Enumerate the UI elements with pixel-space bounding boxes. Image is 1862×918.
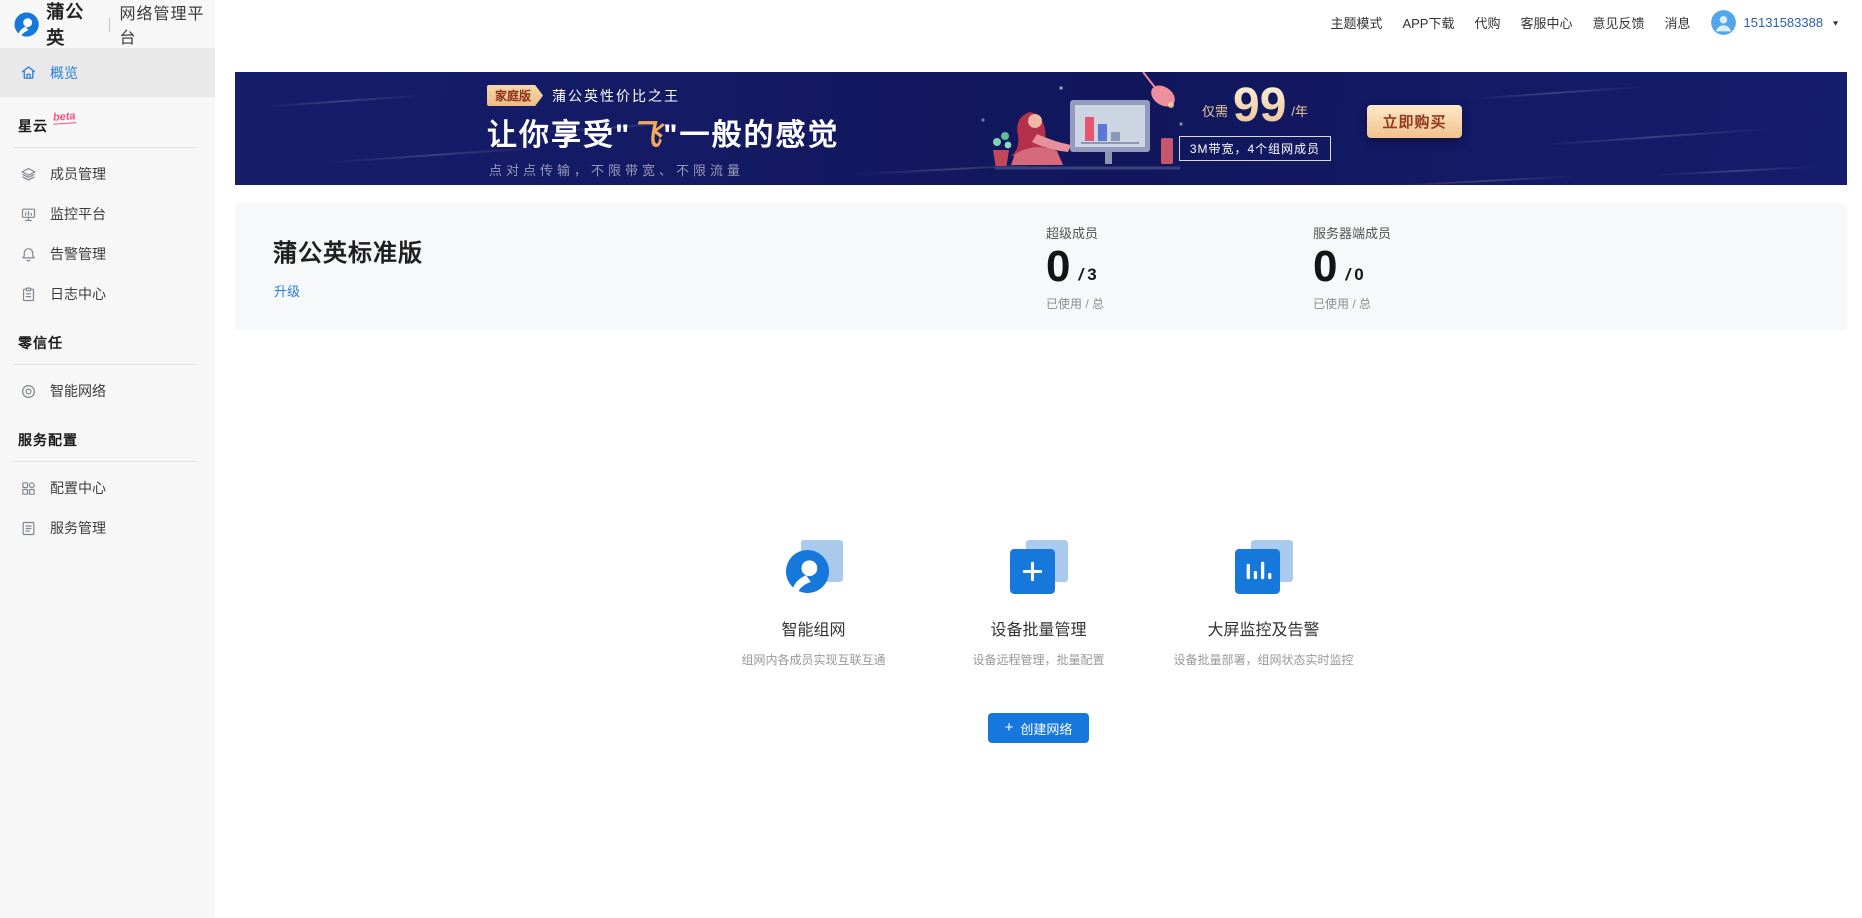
divider (13, 364, 197, 365)
top-navbar: 主题模式 APP下载 代购 客服中心 意见反馈 消息 15131583388 ▼ (215, 0, 1862, 45)
dandelion-network-icon (785, 549, 829, 594)
stat-caption: 已使用 / 总 (1046, 297, 1105, 312)
banner-illustration (981, 72, 1183, 170)
feature-batch-device-management[interactable]: 设备批量管理 设备远程管理，批量配置 (939, 540, 1139, 668)
stat-total-value: 0 (1354, 265, 1364, 285)
feature-cards: 智能组网 组网内各成员实现互联互通 设备批量管理 设备远程管理，批量配置 大屏监… (215, 540, 1862, 668)
sidebar-item-label: 监控平台 (50, 206, 106, 222)
section-title: 零信任 (18, 335, 63, 351)
nav-app-download[interactable]: APP下载 (1402, 13, 1454, 32)
stat-separator: / (1078, 265, 1084, 285)
feature-smart-networking[interactable]: 智能组网 组网内各成员实现互联互通 (714, 540, 914, 668)
sidebar-item-label: 告警管理 (50, 246, 106, 262)
banner-subtitle: 点对点传输，不限带宽、不限流量 (489, 163, 745, 178)
document-icon (22, 521, 35, 535)
user-menu[interactable]: 15131583388 ▼ (1710, 10, 1840, 35)
dashboard-chart-icon (1234, 549, 1280, 594)
target-icon (22, 384, 35, 398)
logo-subtitle: 网络管理平台 (119, 6, 205, 47)
sidebar-item-label: 日志中心 (50, 286, 106, 302)
banner-tagline: 蒲公英性价比之王 (552, 87, 681, 104)
sidebar-item-label: 成员管理 (50, 166, 106, 182)
stat-caption: 已使用 / 总 (1313, 297, 1372, 312)
buy-now-button[interactable]: 立即购买 (1367, 105, 1462, 138)
nav-theme-mode[interactable]: 主题模式 (1330, 13, 1382, 32)
feature-description: 设备批量部署，组网状态实时监控 (1173, 653, 1354, 667)
plan-spec-box: 3M带宽，4个组网成员 (1178, 136, 1332, 161)
upgrade-link[interactable]: 升级 (274, 281, 300, 300)
sidebar-section-service-config: 服务配置 (0, 430, 215, 454)
section-title: 服务配置 (18, 432, 78, 448)
logo-divider: | (107, 15, 112, 33)
feature-description: 设备远程管理，批量配置 (972, 653, 1105, 667)
feature-description: 组网内各成员实现互联互通 (741, 653, 886, 667)
sidebar-item-members[interactable]: 成员管理 (0, 154, 215, 194)
chevron-down-icon[interactable]: ▼ (1831, 19, 1840, 27)
section-title: 星云 (18, 118, 48, 134)
feature-dashboard-monitoring[interactable]: 大屏监控及告警 设备批量部署，组网状态实时监控 (1164, 540, 1364, 668)
sidebar-section-xingyun: 星云 beta (0, 110, 215, 140)
monitor-icon (21, 208, 36, 221)
price-value: 99 (1233, 79, 1287, 132)
divider (13, 461, 197, 462)
sidebar-item-service-management[interactable]: 服务管理 (0, 508, 215, 548)
create-network-label: 创建网络 (1020, 721, 1073, 737)
sidebar-item-config-center[interactable]: 配置中心 (0, 468, 215, 508)
sidebar: 蒲公英 | 网络管理平台 概览 星云 beta 成员管理 监控平台 告警管理 日… (0, 0, 215, 918)
create-network-row: + 创建网络 (215, 713, 1862, 743)
plus-icon: + (1004, 719, 1014, 736)
stat-label: 超级成员 (1046, 226, 1099, 241)
main-content: 家庭版 蒲公英性价比之王 让你享受"飞"一般的感觉 点对点传输，不限带宽、不限流… (215, 45, 1862, 918)
avatar (1710, 10, 1736, 35)
dandelion-logo-icon (14, 11, 39, 37)
stat-server-members: 服务器端成员 0 / 0 已使用 / 总 (1313, 203, 1391, 312)
stat-separator: / (1345, 265, 1351, 285)
grid-icon (22, 481, 35, 495)
banner-price-block: 仅需 99 /年 3M带宽，4个组网成员 (1165, 82, 1345, 161)
feature-title: 智能组网 (781, 622, 846, 639)
sidebar-item-label: 配置中心 (50, 480, 106, 496)
stat-label: 服务器端成员 (1313, 226, 1392, 241)
logo-title: 蒲公英 (46, 2, 85, 48)
person-icon (1710, 10, 1736, 35)
price-unit: /年 (1291, 104, 1309, 119)
feature-title: 大屏监控及告警 (1207, 622, 1320, 639)
batch-add-icon (1009, 549, 1055, 594)
plan-summary-panel: 蒲公英标准版 升级 超级成员 0 / 3 已使用 / 总 服务器端成员 0 / … (235, 203, 1847, 330)
nav-support-center[interactable]: 客服中心 (1521, 13, 1573, 32)
stat-super-members: 超级成员 0 / 3 已使用 / 总 (1046, 203, 1104, 312)
stat-used-value: 0 (1046, 242, 1071, 291)
stat-used-value: 0 (1313, 242, 1338, 291)
nav-feedback[interactable]: 意见反馈 (1593, 13, 1645, 32)
clipboard-icon (22, 287, 35, 301)
sidebar-item-label: 服务管理 (50, 520, 106, 536)
feature-title: 设备批量管理 (990, 622, 1087, 639)
sidebar-item-smart-network[interactable]: 智能网络 (0, 371, 215, 411)
sidebar-item-monitor-platform[interactable]: 监控平台 (0, 194, 215, 234)
bell-icon (22, 247, 35, 262)
stat-total-value: 3 (1087, 265, 1097, 285)
divider (13, 147, 197, 148)
layers-icon (21, 167, 36, 181)
sidebar-item-label: 智能网络 (50, 383, 106, 399)
promo-banner[interactable]: 家庭版 蒲公英性价比之王 让你享受"飞"一般的感觉 点对点传输，不限带宽、不限流… (235, 72, 1847, 185)
banner-title-highlight: 飞 (631, 119, 664, 152)
sidebar-item-label: 概览 (50, 64, 78, 81)
sidebar-item-alerts[interactable]: 告警管理 (0, 234, 215, 274)
home-icon (21, 66, 36, 79)
nav-messages[interactable]: 消息 (1665, 13, 1691, 32)
nav-daigou[interactable]: 代购 (1474, 13, 1500, 32)
banner-title: 让你享受"飞"一般的感觉 (487, 119, 840, 152)
app-root: 蒲公英 | 网络管理平台 概览 星云 beta 成员管理 监控平台 告警管理 日… (0, 0, 1862, 918)
create-network-button[interactable]: + 创建网络 (987, 713, 1090, 743)
beta-badge: beta (52, 110, 77, 125)
price-prefix: 仅需 (1201, 104, 1228, 119)
plan-title: 蒲公英标准版 (273, 240, 423, 267)
sidebar-section-zerotrust: 零信任 (0, 333, 215, 357)
home-edition-badge: 家庭版 (487, 85, 544, 106)
sidebar-item-logs[interactable]: 日志中心 (0, 274, 215, 314)
brand-logo[interactable]: 蒲公英 | 网络管理平台 (0, 0, 215, 48)
username: 15131583388 (1743, 15, 1824, 30)
sidebar-item-overview[interactable]: 概览 (0, 48, 215, 97)
